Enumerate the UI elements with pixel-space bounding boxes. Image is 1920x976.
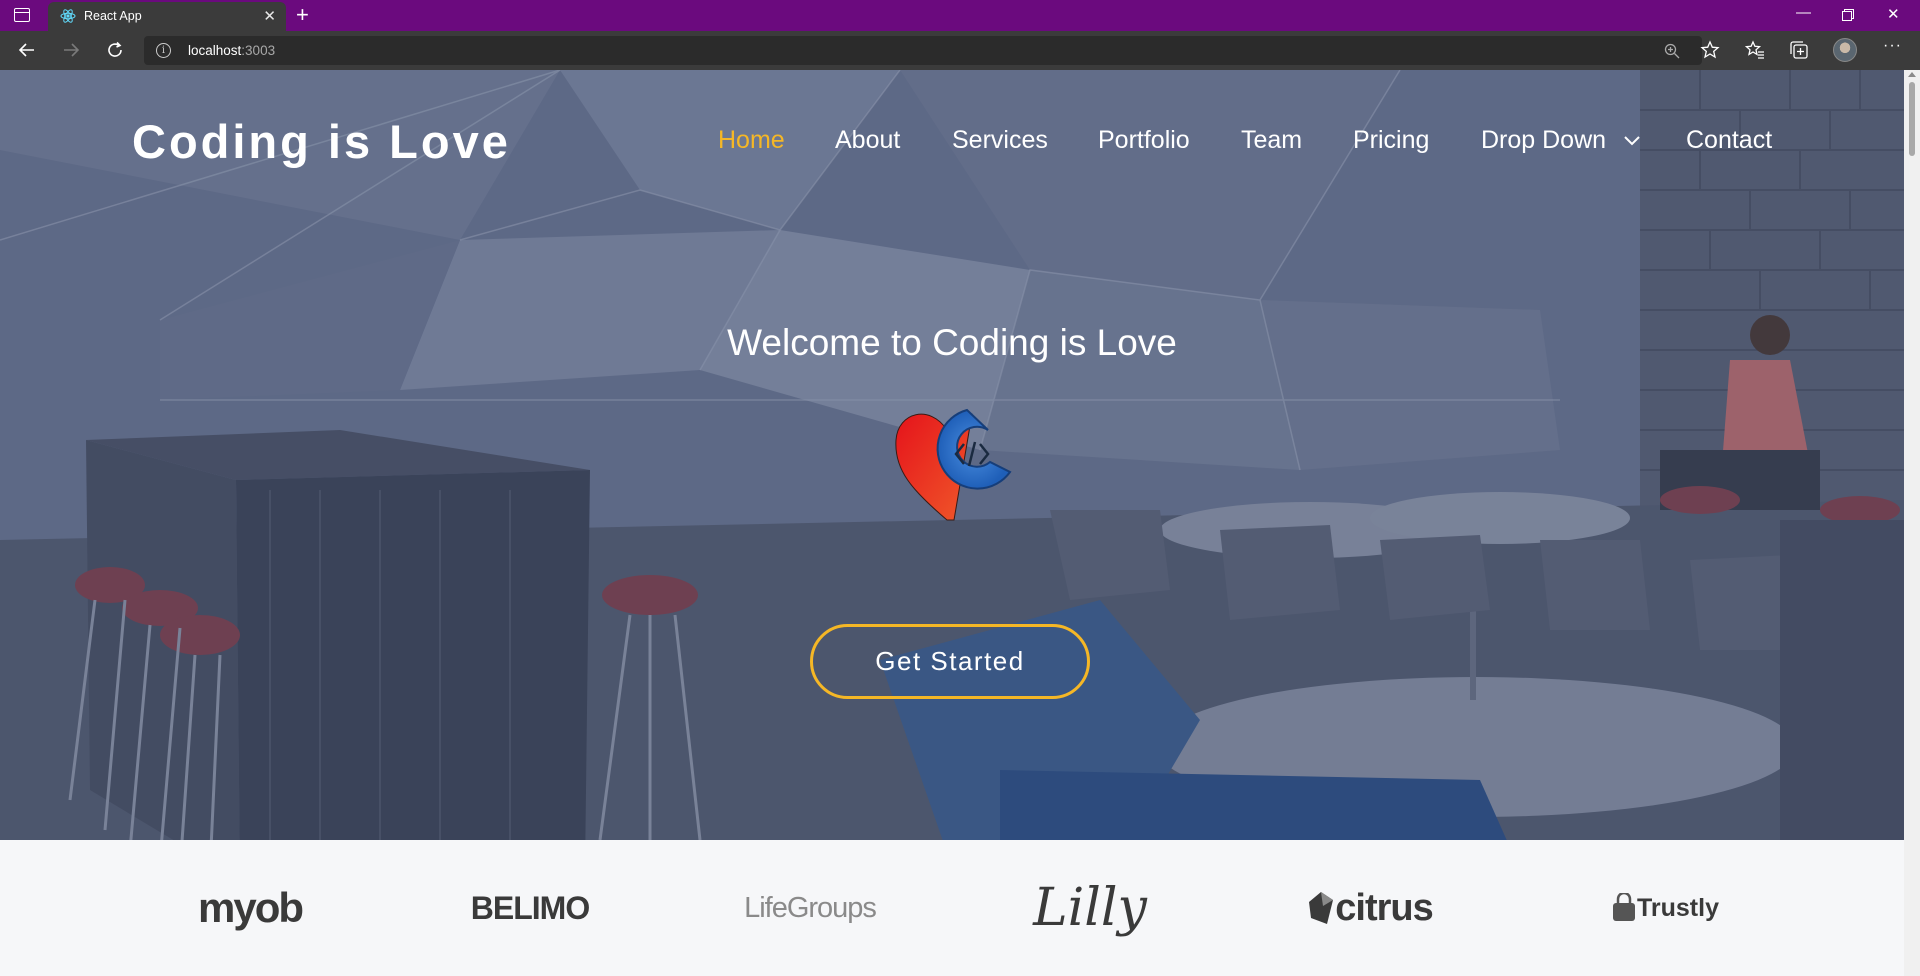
browser-toolbar: i localhost:3003 ··· (0, 31, 1920, 70)
nav-dropdown[interactable]: Drop Down (1481, 126, 1641, 155)
add-favorite-icon[interactable] (1700, 40, 1720, 60)
address-url[interactable]: localhost:3003 (188, 43, 275, 58)
client-logo-lilly: Lilly (1033, 878, 1147, 938)
nav-contact[interactable]: Contact (1686, 126, 1772, 155)
close-window-icon[interactable]: ✕ (1887, 5, 1900, 23)
hero-section: Coding is Love Home About Services Portf… (0, 70, 1904, 840)
get-started-button[interactable]: Get Started (810, 624, 1090, 699)
nav-team[interactable]: Team (1241, 126, 1302, 155)
tab-title: React App (84, 9, 142, 23)
client-logo-citrus: citrus (1300, 840, 1440, 976)
client-logo-belimo: BELIMO (455, 840, 605, 976)
scroll-up-arrow-icon[interactable] (1908, 72, 1916, 77)
site-brand[interactable]: Coding is Love (132, 114, 511, 169)
client-logo-trustly-text: Trustly (1637, 893, 1719, 922)
favorites-icon[interactable] (1745, 40, 1765, 60)
nav-pricing[interactable]: Pricing (1353, 126, 1429, 155)
forward-icon[interactable] (58, 37, 84, 63)
client-logo-myob: myob (197, 884, 304, 931)
trustly-bag-icon (1613, 893, 1635, 921)
client-logo-lifegroups: LifeGroups (744, 891, 877, 924)
nav-services[interactable]: Services (952, 126, 1048, 155)
url-port: :3003 (241, 43, 276, 58)
nav-about[interactable]: About (835, 126, 900, 155)
citrus-mark-icon (1309, 892, 1334, 924)
nav-portfolio[interactable]: Portfolio (1098, 126, 1190, 155)
client-logo-citrus-text: citrus (1335, 886, 1433, 929)
address-bar[interactable]: i localhost:3003 (144, 36, 1702, 65)
browser-tab[interactable]: React App ✕ (48, 2, 286, 31)
hero-heading: Welcome to Coding is Love (727, 322, 1177, 363)
clients-section: myob BELIMO LifeGroups Lilly citrus Trus… (0, 840, 1904, 976)
site-info-icon[interactable]: i (156, 43, 171, 58)
refresh-icon[interactable] (102, 37, 128, 63)
nav-dropdown-label: Drop Down (1481, 126, 1607, 154)
browser-titlebar: React App ✕ + — ✕ (0, 0, 1920, 31)
coding-heart-logo-icon (895, 408, 1012, 521)
more-options-icon[interactable]: ··· (1883, 37, 1902, 55)
client-logo-trustly: Trustly (1590, 840, 1740, 976)
react-icon (60, 9, 76, 23)
chevron-down-icon (1624, 136, 1640, 146)
page-viewport: Coding is Love Home About Services Portf… (0, 70, 1904, 976)
client-logo-belimo-text: BELIMO (470, 889, 590, 926)
minimize-icon[interactable]: — (1796, 4, 1811, 21)
back-icon[interactable] (14, 37, 40, 63)
collections-icon[interactable] (1789, 40, 1809, 60)
sidebar-toggle-icon[interactable] (14, 8, 30, 22)
page-scrollbar[interactable] (1904, 70, 1920, 976)
new-tab-icon[interactable]: + (296, 2, 309, 28)
nav-home[interactable]: Home (718, 126, 785, 155)
tab-close-icon[interactable]: ✕ (263, 7, 276, 25)
restore-icon[interactable] (1842, 9, 1854, 21)
url-host: localhost (188, 43, 242, 58)
profile-avatar[interactable] (1833, 38, 1857, 62)
zoom-icon[interactable] (1664, 43, 1680, 59)
scroll-thumb[interactable] (1909, 82, 1915, 156)
